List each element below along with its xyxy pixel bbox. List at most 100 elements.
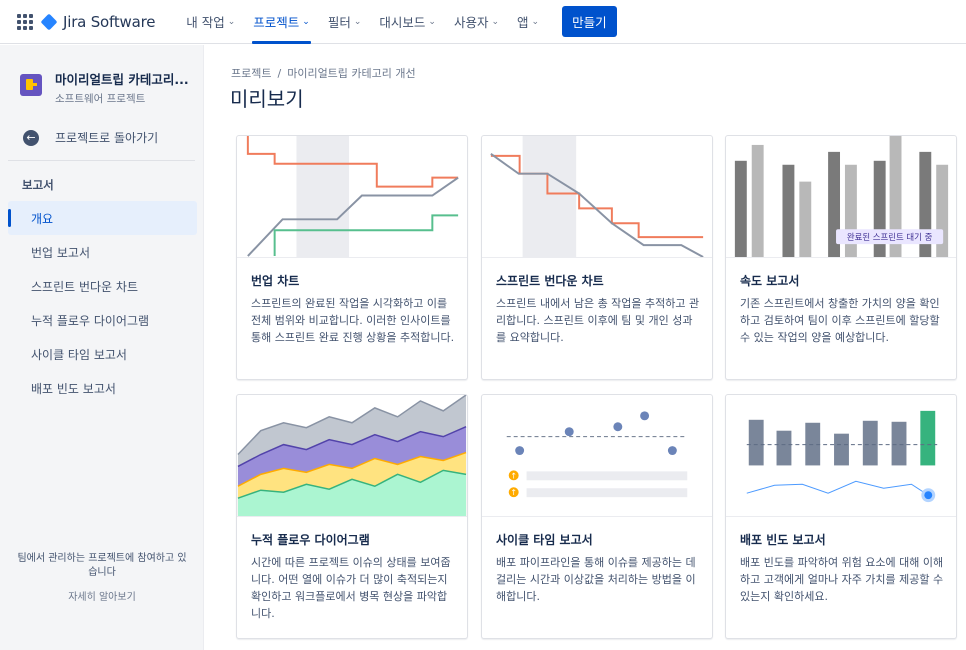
warning-icon-glyph: ↑	[510, 471, 517, 480]
jira-diamond-icon	[40, 13, 58, 30]
breadcrumb: 프로젝트 / 마이리얼트립 카테고리 개선	[231, 65, 416, 81]
card-description: 시간에 따른 프로젝트 이슈의 상태를 보여줍니다. 어떤 열에 이슈가 더 많…	[251, 556, 451, 620]
warning-icon-glyph: ↑	[510, 488, 517, 497]
project-avatar-icon	[20, 74, 42, 96]
breadcrumb-project[interactable]: 마이리얼트립 카테고리 개선	[287, 67, 415, 80]
sprint-band	[522, 136, 577, 257]
cycle-time-illustration: ↑ ↑	[482, 411, 712, 517]
top-navigation: Jira Software 내 작업 ⌄ 프로젝트 ⌄ 필터 ⌄ 대시보드 ⌄ 사용자 ⌄…	[0, 0, 966, 44]
chevron-down-icon: ⌄	[428, 16, 436, 27]
deploy-bar-highlight	[920, 410, 936, 466]
scope-line	[246, 136, 459, 188]
sidebar-item-cycle-time[interactable]: 사이클 타임 보고서	[8, 337, 197, 371]
sidebar-item-deployment-frequency[interactable]: 배포 빈도 보고서	[8, 371, 197, 405]
breadcrumb-projects[interactable]: 프로젝트	[231, 67, 271, 80]
deploy-bar	[862, 420, 878, 466]
completed-bar	[751, 144, 764, 257]
report-card-burnup[interactable]: 번업 차트 스프린트의 완료된 작업을 시각화하고 이를 전체 범위와 비교합니…	[236, 135, 468, 380]
nav-item-my-work[interactable]: 내 작업 ⌄	[181, 0, 240, 44]
deployment-illustration	[726, 410, 956, 517]
card-title: 배포 빈도 보고서	[740, 533, 826, 547]
data-point	[667, 446, 677, 456]
data-point	[613, 422, 623, 432]
cfd-illustration	[237, 395, 467, 517]
burnup-illustration	[237, 136, 467, 258]
sidebar-footer-text: 팀에서 관리하는 프로젝트에 참여하고 있 습니다	[0, 552, 204, 580]
nav-item-filters[interactable]: 필터 ⌄	[323, 0, 367, 44]
nav-label: 내 작업	[186, 15, 225, 30]
project-type: 소프트웨어 프로젝트	[55, 93, 146, 105]
card-description: 배포 빈도를 파악하여 위험 요소에 대해 이해하고 고객에게 얼마나 자주 가…	[740, 556, 944, 603]
learn-more-link[interactable]: 자세히 알아보기	[0, 588, 204, 603]
footer-line-2: 습니다	[88, 567, 116, 578]
project-name: 마이리얼트립 카테고리...	[55, 72, 189, 87]
sidebar-item-overview[interactable]: 개요	[8, 201, 197, 235]
nav-label: 사용자	[453, 15, 489, 30]
card-title: 누적 플로우 다이어그램	[251, 533, 370, 547]
card-title: 번업 차트	[251, 274, 300, 288]
nav-item-dashboards[interactable]: 대시보드 ⌄	[374, 0, 441, 44]
back-label: 프로젝트로 돌아가기	[55, 131, 159, 145]
nav-menu: 내 작업 ⌄ 프로젝트 ⌄ 필터 ⌄ 대시보드 ⌄ 사용자 ⌄ 앱 ⌄	[181, 0, 552, 44]
footer-line-1: 팀에서 관리하는 프로젝트에 참여하고 있	[17, 553, 187, 564]
breadcrumb-separator: /	[277, 67, 282, 80]
report-card-deployment-frequency[interactable]: 배포 빈도 보고서 배포 빈도를 파악하여 위험 요소에 대해 이해하고 고객에…	[725, 394, 957, 639]
nav-label: 필터	[327, 15, 351, 30]
nav-label: 앱	[517, 15, 529, 30]
nav-item-projects[interactable]: 프로젝트 ⌄	[248, 0, 315, 44]
data-point	[564, 427, 574, 437]
sidebar-item-burnup[interactable]: 번업 보고서	[8, 235, 197, 269]
trend-point	[924, 491, 933, 500]
velocity-illustration: 완료된 스프린트 대기 중	[726, 136, 956, 258]
card-description: 스프린트 내에서 남은 총 작업을 추적하고 관리합니다. 스프린트 이후에 팀…	[496, 297, 700, 344]
report-card-velocity[interactable]: 완료된 스프린트 대기 중 속도 보고서 기존 스프린트에서 창출한 가치의 양…	[725, 135, 957, 380]
page-title: 미리보기	[230, 87, 304, 111]
legend-bar	[526, 471, 688, 481]
deploy-bar	[834, 433, 849, 466]
app-switcher-grid-icon[interactable]	[17, 13, 33, 30]
card-description: 스프린트의 완료된 작업을 시각화하고 이를 전체 범위와 비교합니다. 이러한…	[251, 297, 455, 344]
nav-label: 프로젝트	[253, 15, 300, 30]
create-button[interactable]: 만들기	[562, 6, 617, 37]
report-card-cfd[interactable]: 누적 플로우 다이어그램 시간에 따른 프로젝트 이슈의 상태를 보여줍니다. …	[236, 394, 468, 639]
nav-item-people[interactable]: 사용자 ⌄	[449, 0, 504, 44]
card-title: 속도 보고서	[740, 274, 800, 288]
nav-item-apps[interactable]: 앱 ⌄	[512, 0, 544, 44]
chevron-down-icon: ⌄	[353, 16, 362, 27]
completed-line	[247, 176, 459, 257]
jira-logo[interactable]: Jira Software	[40, 12, 156, 31]
brand-name: Jira Software	[63, 12, 156, 31]
chevron-down-icon: ⌄	[227, 16, 236, 27]
chevron-down-icon: ⌄	[531, 16, 540, 27]
legend-bar	[526, 488, 688, 498]
back-to-project-link[interactable]: ← 프로젝트로 돌아가기	[0, 129, 203, 146]
sidebar-report-list: 개요 번업 보고서 스프린트 번다운 차트 누적 플로우 다이어그램 사이클 타…	[0, 201, 203, 405]
card-title: 사이클 타임 보고서	[496, 533, 593, 547]
arrow-left-icon: ←	[23, 129, 39, 146]
card-title: 스프린트 번다운 차트	[496, 274, 604, 288]
commitment-bar	[734, 160, 747, 257]
status-badge: 완료된 스프린트 대기 중	[847, 232, 933, 242]
trend-line	[746, 480, 929, 496]
sprint-band	[296, 136, 350, 257]
project-info: 마이리얼트립 카테고리... 소프트웨어 프로젝트	[55, 69, 189, 106]
data-point	[640, 411, 650, 421]
report-card-burndown[interactable]: 스프린트 번다운 차트 스프린트 내에서 남은 총 작업을 추적하고 관리합니다…	[481, 135, 713, 380]
deploy-bar	[776, 430, 792, 466]
commitment-bar	[782, 164, 795, 257]
nav-label: 대시보드	[379, 15, 426, 30]
data-point	[515, 446, 525, 456]
sidebar-section-title: 보고서	[22, 178, 54, 192]
deploy-bar	[891, 421, 907, 466]
chevron-down-icon: ⌄	[491, 16, 500, 27]
deploy-bar	[748, 419, 764, 466]
completed-bar	[799, 181, 812, 257]
sidebar-item-cfd[interactable]: 누적 플로우 다이어그램	[8, 303, 197, 337]
project-header[interactable]: 마이리얼트립 카테고리... 소프트웨어 프로젝트	[0, 45, 203, 106]
chevron-down-icon: ⌄	[302, 16, 310, 27]
card-description: 배포 파이프라인을 통해 이슈를 제공하는 데 걸리는 시간과 이상값을 처리하…	[496, 556, 696, 603]
report-card-cycle-time[interactable]: ↑ ↑ 사이클 타임 보고서 배포 파이프라인을 통해 이슈를 제공하는 데 걸…	[481, 394, 713, 639]
burndown-illustration	[482, 136, 712, 258]
sidebar-item-burndown[interactable]: 스프린트 번다운 차트	[8, 269, 197, 303]
card-description: 기존 스프린트에서 창출한 가치의 양을 확인하고 검토하여 팀이 이후 스프린…	[740, 297, 940, 344]
